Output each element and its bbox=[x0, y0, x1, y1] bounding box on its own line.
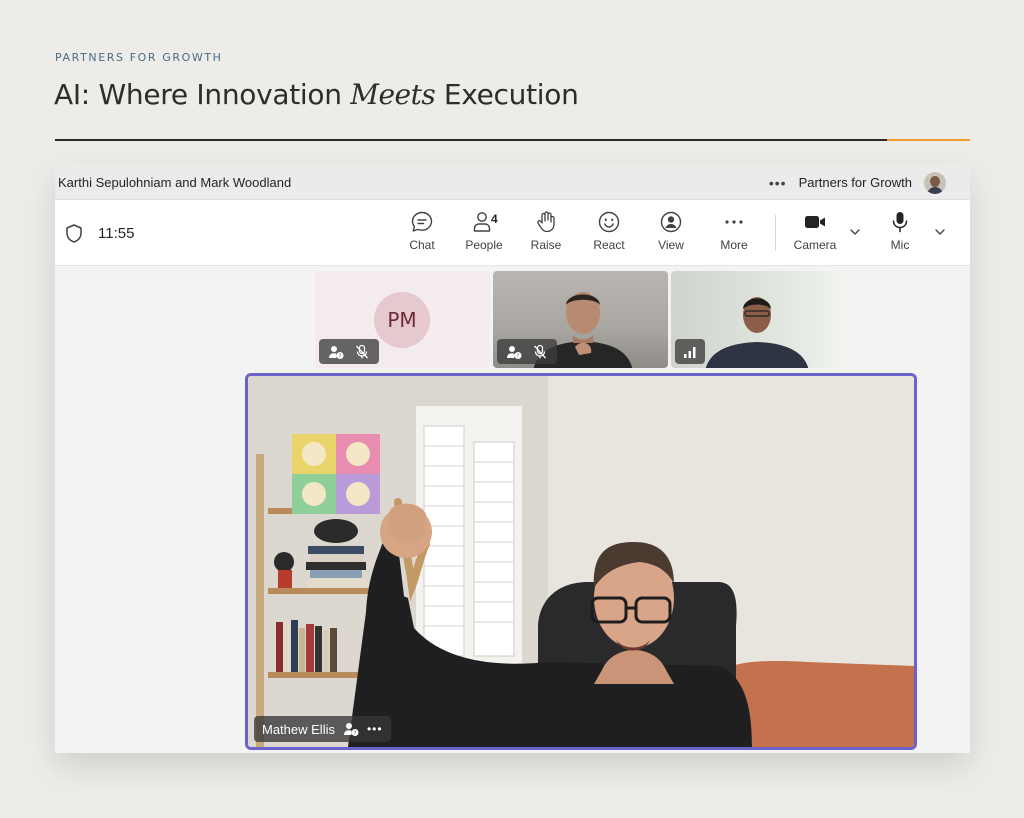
view-label: View bbox=[658, 238, 684, 252]
user-avatar[interactable] bbox=[924, 171, 946, 194]
people-label: People bbox=[465, 238, 503, 252]
svg-text:?: ? bbox=[339, 353, 342, 359]
more-label: More bbox=[720, 238, 748, 252]
window-titlebar: Karthi Sepulohniam and Mark Woodland •••… bbox=[55, 165, 970, 200]
camera-button[interactable]: Camera bbox=[787, 210, 843, 252]
eyebrow-label: PARTNERS FOR GROWTH bbox=[55, 51, 223, 64]
teams-meeting-window: Karthi Sepulohniam and Mark Woodland •••… bbox=[55, 165, 970, 753]
people-count-badge: 4 bbox=[491, 212, 498, 226]
divider-rule bbox=[55, 139, 887, 141]
divider-accent bbox=[887, 139, 970, 141]
titlebar-more-icon[interactable]: ••• bbox=[769, 175, 787, 191]
participant-avatar-initials: PM bbox=[374, 292, 430, 348]
mic-muted-icon bbox=[356, 344, 368, 358]
participant-status-badge bbox=[675, 339, 705, 364]
meeting-toolbar: 11:55 Chat 4 People Raise React View Mor… bbox=[55, 200, 970, 266]
chat-label: Chat bbox=[409, 238, 435, 252]
title-part-1: AI: Where Innovation bbox=[54, 78, 351, 111]
speaker-name-tag: Mathew Ellis ? ••• bbox=[254, 716, 391, 742]
unknown-user-icon: ? bbox=[507, 345, 522, 359]
title-emphasis: Meets bbox=[350, 78, 436, 111]
toolbar-separator bbox=[775, 215, 776, 251]
meeting-timer: 11:55 bbox=[98, 225, 135, 242]
participant-status-badge: ? bbox=[497, 339, 557, 364]
mic-muted-icon bbox=[534, 344, 546, 358]
mic-label: Mic bbox=[890, 238, 910, 252]
participant-video-figure bbox=[705, 297, 809, 368]
people-button[interactable]: 4 People bbox=[456, 210, 512, 252]
titlebar-right: ••• Partners for Growth bbox=[769, 165, 946, 200]
window-title: Karthi Sepulohniam and Mark Woodland bbox=[58, 174, 292, 190]
org-name: Partners for Growth bbox=[798, 175, 912, 190]
camera-icon bbox=[805, 216, 825, 228]
mic-button[interactable]: Mic bbox=[872, 210, 928, 252]
svg-text:?: ? bbox=[354, 731, 357, 737]
more-button[interactable]: More bbox=[706, 210, 762, 252]
signal-bars-icon bbox=[684, 346, 696, 358]
react-button[interactable]: React bbox=[581, 210, 637, 252]
active-speaker-video[interactable]: Mathew Ellis ? ••• bbox=[245, 373, 917, 750]
raise-hand-icon bbox=[537, 211, 555, 233]
title-part-2: Execution bbox=[435, 78, 579, 111]
microphone-icon bbox=[892, 212, 908, 233]
shield-icon bbox=[66, 224, 82, 243]
chat-icon bbox=[411, 211, 433, 232]
meeting-stage: PM ? ? Mathew Ellis ? ••• bbox=[55, 267, 970, 753]
more-icon bbox=[725, 220, 743, 224]
participant-tile-video-2[interactable]: ? bbox=[493, 271, 668, 368]
speaker-video-scene bbox=[248, 376, 914, 747]
mic-options-chevron-icon[interactable] bbox=[933, 225, 947, 239]
page-title: AI: Where Innovation Meets Execution bbox=[54, 78, 579, 111]
participant-tile-video-3[interactable] bbox=[671, 271, 846, 368]
smiley-icon bbox=[598, 211, 620, 233]
unknown-user-icon: ? bbox=[343, 723, 359, 737]
participant-status-badge: ? bbox=[319, 339, 379, 364]
speaker-more-options-icon[interactable]: ••• bbox=[367, 722, 383, 736]
speaker-name: Mathew Ellis bbox=[262, 721, 335, 737]
react-label: React bbox=[593, 238, 625, 252]
raise-hand-button[interactable]: Raise bbox=[518, 210, 574, 252]
camera-options-chevron-icon[interactable] bbox=[848, 225, 862, 239]
participant-tile-pm[interactable]: PM ? bbox=[315, 271, 490, 368]
unknown-user-icon: ? bbox=[329, 345, 344, 359]
view-icon bbox=[660, 211, 682, 233]
raise-label: Raise bbox=[530, 238, 562, 252]
camera-label: Camera bbox=[793, 238, 837, 252]
view-button[interactable]: View bbox=[643, 210, 699, 252]
svg-text:?: ? bbox=[517, 353, 520, 359]
chat-button[interactable]: Chat bbox=[394, 210, 450, 252]
